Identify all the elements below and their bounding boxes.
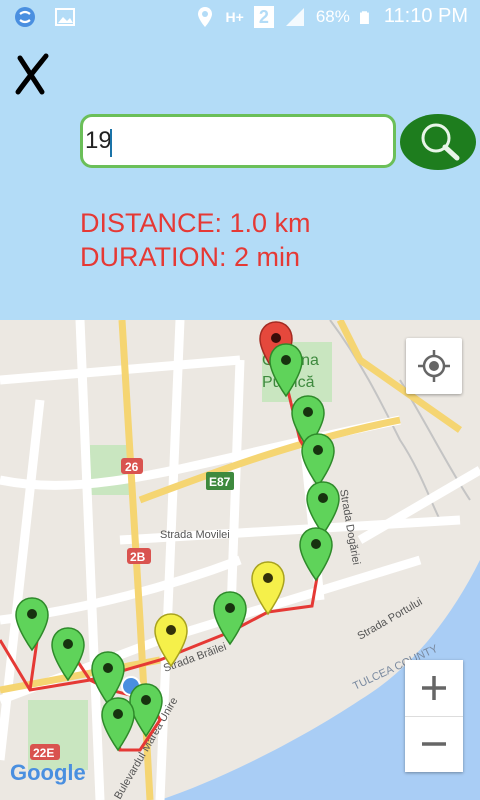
battery-percent: 68%	[315, 6, 350, 26]
street-label-movilei: Strada Movilei	[160, 529, 230, 541]
zoom-in-button[interactable]	[405, 660, 463, 717]
marker-green-6[interactable]	[212, 590, 248, 646]
my-location-button[interactable]	[406, 338, 462, 394]
search-field[interactable]	[80, 114, 396, 168]
route-info: DISTANCE: 1.0 km DURATION: 2 min	[80, 206, 311, 274]
marker-green-11[interactable]	[100, 696, 136, 752]
plus-icon	[422, 676, 446, 700]
road-shield-26: 26	[125, 460, 139, 474]
zoom-controls	[405, 660, 463, 772]
zoom-out-button[interactable]	[405, 716, 463, 772]
status-bar: H+ 2 68% 11:10 PM	[0, 0, 480, 36]
sim-indicator: 2	[253, 5, 274, 28]
search-panel: DISTANCE: 1.0 km DURATION: 2 min	[0, 36, 480, 320]
road-shield-2b: 2B	[130, 550, 146, 564]
search-input[interactable]	[83, 117, 365, 165]
google-logo-text: Google	[10, 760, 86, 785]
marker-yellow-2[interactable]	[153, 612, 189, 668]
location-icon	[197, 6, 212, 27]
close-icon[interactable]	[12, 52, 52, 96]
marker-green-8[interactable]	[50, 626, 86, 682]
google-logo: Google	[10, 760, 86, 786]
app-s-icon	[15, 7, 35, 27]
signal-icon	[285, 7, 304, 26]
battery-icon	[359, 10, 369, 24]
gallery-icon	[55, 8, 75, 26]
marker-yellow-1[interactable]	[250, 560, 286, 616]
road-shield-22e: 22E	[33, 746, 54, 760]
marker-green-7[interactable]	[14, 596, 50, 652]
marker-green-1[interactable]	[268, 342, 304, 398]
network-type: H+	[225, 8, 244, 25]
distance-text: DISTANCE: 1.0 km	[80, 208, 311, 238]
text-caret	[110, 129, 112, 157]
clock: 11:10 PM	[383, 5, 468, 27]
minus-icon	[422, 742, 446, 746]
search-icon	[421, 123, 460, 161]
road-shield-e87: E87	[209, 475, 231, 489]
duration-text: DURATION: 2 min	[80, 242, 301, 272]
search-button[interactable]	[400, 114, 476, 170]
marker-green-5[interactable]	[298, 526, 334, 582]
crosshair-icon	[418, 350, 450, 382]
